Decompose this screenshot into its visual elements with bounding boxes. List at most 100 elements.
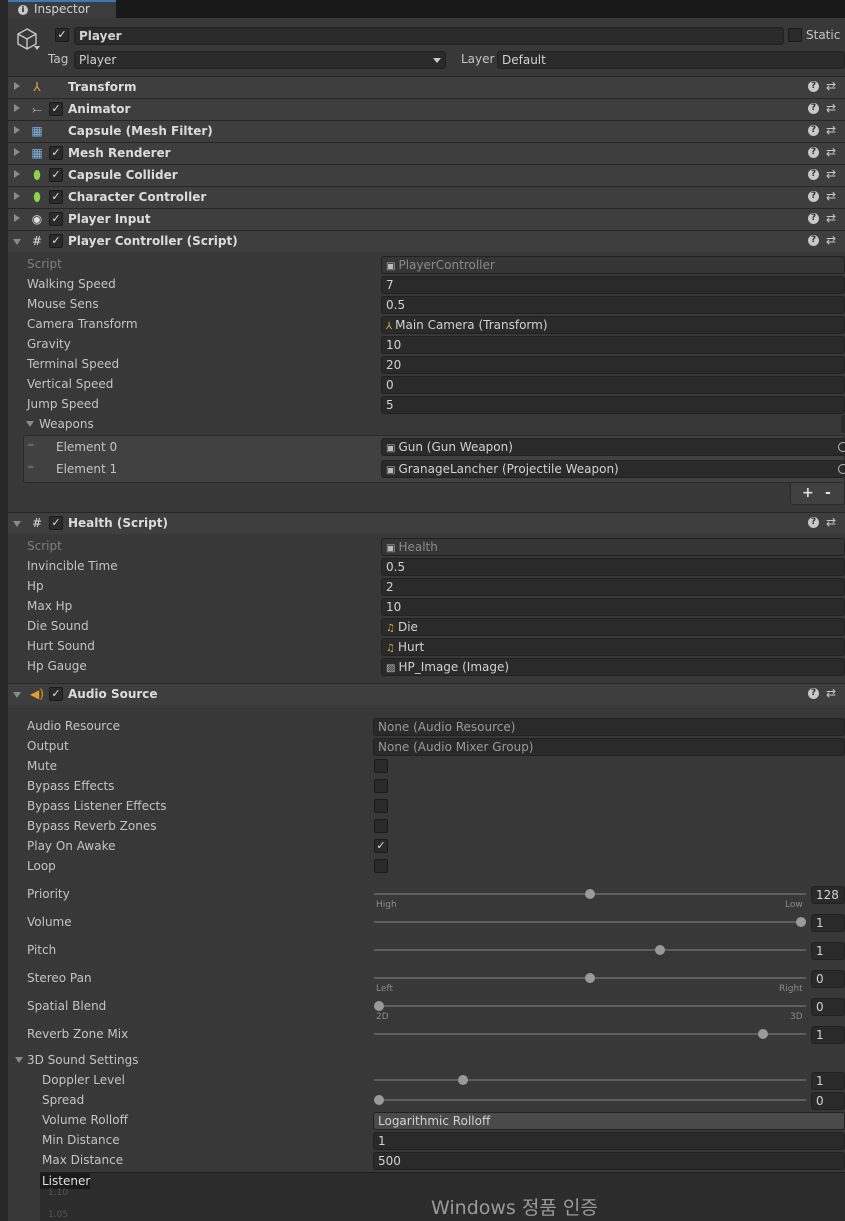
static-checkbox[interactable] (788, 28, 802, 42)
expand-arrow-icon[interactable] (14, 214, 20, 222)
object-picker-icon[interactable] (838, 442, 845, 452)
help-icon[interactable]: ? (808, 169, 819, 180)
settings-icon[interactable]: ⇄ (826, 79, 836, 93)
max-hp-field[interactable]: 10 (381, 598, 845, 616)
weapons-size-field[interactable] (841, 415, 845, 433)
hp-field[interactable]: 2 (381, 578, 845, 596)
collapse-arrow-icon[interactable] (13, 692, 21, 698)
pitch-field[interactable]: 1 (811, 942, 845, 960)
help-icon[interactable]: ? (808, 191, 819, 202)
settings-icon[interactable]: ⇄ (826, 189, 836, 203)
max-distance-field[interactable]: 500 (373, 1152, 845, 1170)
spread-slider[interactable] (374, 1099, 806, 1101)
component-enabled-checkbox[interactable]: ✓ (49, 687, 63, 701)
tab-inspector[interactable]: i Inspector (8, 0, 116, 18)
component-header-player-input[interactable]: ◉ ✓ Player Input ? ⇄ (8, 208, 845, 230)
object-picker-icon[interactable] (838, 464, 845, 474)
settings-icon[interactable]: ⇄ (826, 686, 836, 700)
expand-arrow-icon[interactable] (14, 126, 20, 134)
volume-rolloff-dropdown[interactable]: Logarithmic Rolloff (373, 1112, 845, 1130)
weapon-element-0-field[interactable]: ▣ Gun (Gun Weapon) (381, 438, 845, 456)
component-header-capsule-collider[interactable]: ⬮ ✓ Capsule Collider ? ⇄ (8, 164, 845, 186)
component-header-audio-source[interactable]: ◀) ✓ Audio Source ? ⇄ (8, 683, 845, 705)
settings-icon[interactable]: ⇄ (826, 211, 836, 225)
help-icon[interactable]: ? (808, 688, 819, 699)
help-icon[interactable]: ? (808, 235, 819, 246)
output-field[interactable]: None (Audio Mixer Group) (373, 738, 845, 756)
bypass-listener-checkbox[interactable] (374, 799, 388, 813)
collapse-arrow-icon[interactable] (13, 239, 21, 245)
weapons-label[interactable]: Weapons (39, 417, 94, 431)
component-header-health[interactable]: # ✓ Health (Script) ? ⇄ (8, 512, 845, 534)
component-header-animator[interactable]: ⤚ ✓ Animator ? ⇄ (8, 98, 845, 120)
gravity-field[interactable]: 10 (381, 336, 845, 354)
sound3d-foldout-label[interactable]: 3D Sound Settings (27, 1053, 139, 1067)
expand-arrow-icon[interactable] (14, 148, 20, 156)
component-enabled-checkbox[interactable]: ✓ (49, 190, 63, 204)
vertical-speed-field[interactable]: 0 (381, 376, 845, 394)
settings-icon[interactable]: ⇄ (826, 101, 836, 115)
component-header-character-controller[interactable]: ⬮ ✓ Character Controller ? ⇄ (8, 186, 845, 208)
bypass-effects-checkbox[interactable] (374, 779, 388, 793)
settings-icon[interactable]: ⇄ (826, 233, 836, 247)
help-icon[interactable]: ? (808, 147, 819, 158)
die-sound-field[interactable]: ♫ Die (381, 618, 845, 636)
camera-transform-field[interactable]: ⅄ Main Camera (Transform) (381, 316, 845, 334)
pitch-slider[interactable] (374, 949, 806, 951)
component-header-transform[interactable]: ⅄ Transform ? ⇄ (8, 76, 845, 98)
volume-slider-handle[interactable] (796, 917, 806, 927)
layer-dropdown[interactable]: Default (497, 51, 845, 69)
object-name-field[interactable]: Player (74, 27, 784, 45)
chevron-down-icon[interactable] (34, 46, 40, 50)
settings-icon[interactable]: ⇄ (826, 167, 836, 181)
settings-icon[interactable]: ⇄ (826, 123, 836, 137)
walking-speed-field[interactable]: 7 (381, 276, 845, 294)
jump-speed-field[interactable]: 5 (381, 396, 845, 414)
spatial-blend-field[interactable]: 0 (811, 998, 845, 1016)
weapons-foldout-arrow-icon[interactable] (26, 421, 34, 427)
priority-field[interactable]: 128 (811, 886, 845, 904)
expand-arrow-icon[interactable] (14, 192, 20, 200)
component-enabled-checkbox[interactable]: ✓ (49, 102, 63, 116)
component-enabled-checkbox[interactable]: ✓ (49, 168, 63, 182)
help-icon[interactable]: ? (808, 125, 819, 136)
help-icon[interactable]: ? (808, 213, 819, 224)
spread-field[interactable]: 0 (811, 1092, 845, 1110)
expand-arrow-icon[interactable] (14, 82, 20, 90)
settings-icon[interactable]: ⇄ (826, 515, 836, 529)
expand-arrow-icon[interactable] (14, 104, 20, 112)
volume-slider[interactable] (374, 921, 806, 923)
expand-arrow-icon[interactable] (14, 170, 20, 178)
component-header-mesh-filter[interactable]: ▦ Capsule (Mesh Filter) ? ⇄ (8, 120, 845, 142)
audio-resource-field[interactable]: None (Audio Resource) (373, 718, 845, 736)
bypass-reverb-checkbox[interactable] (374, 819, 388, 833)
help-icon[interactable]: ? (808, 517, 819, 528)
pitch-slider-handle[interactable] (655, 945, 665, 955)
mouse-sens-field[interactable]: 0.5 (381, 296, 845, 314)
tag-dropdown[interactable]: Player (74, 51, 446, 69)
weapon-element-1-field[interactable]: ▣ GranageLancher (Projectile Weapon) (381, 460, 845, 478)
invincible-time-field[interactable]: 0.5 (381, 558, 845, 576)
priority-slider-handle[interactable] (585, 889, 595, 899)
component-enabled-checkbox[interactable]: ✓ (49, 146, 63, 160)
drag-handle-icon[interactable]: ═ (28, 441, 33, 451)
component-enabled-checkbox[interactable]: ✓ (49, 516, 63, 530)
component-header-mesh-renderer[interactable]: ▦ ✓ Mesh Renderer ? ⇄ (8, 142, 845, 164)
volume-field[interactable]: 1 (811, 914, 845, 932)
stereo-pan-field[interactable]: 0 (811, 970, 845, 988)
active-checkbox[interactable]: ✓ (55, 28, 69, 42)
stereo-pan-slider-handle[interactable] (585, 973, 595, 983)
drag-handle-icon[interactable]: ═ (28, 463, 33, 473)
hurt-sound-field[interactable]: ♫ Hurt (381, 638, 845, 656)
sound3d-foldout-arrow-icon[interactable] (15, 1057, 23, 1063)
reverb-mix-slider[interactable] (374, 1033, 806, 1035)
collapse-arrow-icon[interactable] (13, 521, 21, 527)
settings-icon[interactable]: ⇄ (826, 145, 836, 159)
spatial-blend-slider-handle[interactable] (374, 1001, 384, 1011)
terminal-speed-field[interactable]: 20 (381, 356, 845, 374)
spread-slider-handle[interactable] (374, 1095, 384, 1105)
doppler-field[interactable]: 1 (811, 1072, 845, 1090)
component-enabled-checkbox[interactable]: ✓ (49, 234, 63, 248)
component-header-player-controller[interactable]: # ✓ Player Controller (Script) ? ⇄ (8, 230, 845, 252)
help-icon[interactable]: ? (808, 81, 819, 92)
